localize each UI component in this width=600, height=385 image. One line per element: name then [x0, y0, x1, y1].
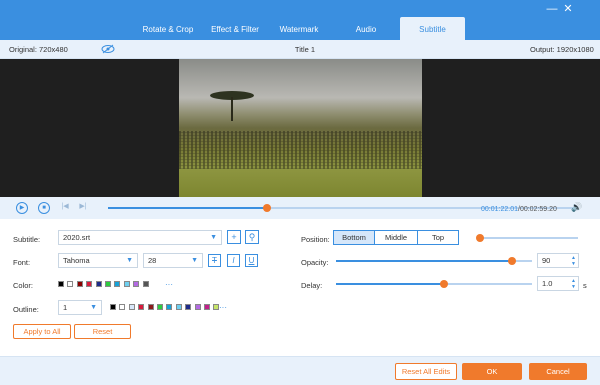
tab-effect-filter[interactable]: Effect & Filter — [204, 17, 266, 40]
color-label: Color: — [13, 281, 34, 290]
video-frame — [179, 59, 422, 197]
eye-off-icon[interactable] — [101, 44, 115, 54]
outline-swatch[interactable] — [128, 304, 135, 310]
outline-swatch[interactable] — [119, 304, 126, 310]
delay-unit: s — [583, 281, 587, 290]
video-preview — [0, 59, 600, 197]
color-swatch[interactable] — [133, 281, 140, 287]
subtitle-file-select[interactable]: 2020.srt ▼ — [58, 230, 222, 245]
italic-button[interactable]: I — [227, 254, 240, 267]
current-time: 00:01:22.01 — [481, 206, 518, 213]
position-middle-button[interactable]: Middle — [374, 231, 418, 244]
color-swatch[interactable] — [95, 281, 102, 287]
tab-subtitle[interactable]: Subtitle — [400, 17, 465, 40]
output-resolution: Output: 1920x1080 — [530, 45, 594, 54]
font-family-value: Tahoma — [63, 256, 90, 265]
previous-frame-icon[interactable]: |◀ — [59, 202, 71, 214]
seek-handle[interactable] — [263, 204, 272, 212]
plus-icon[interactable]: + — [227, 230, 241, 244]
close-icon[interactable]: ✕ — [562, 3, 574, 15]
outline-swatch[interactable] — [185, 304, 192, 310]
color-swatch[interactable] — [105, 281, 111, 287]
position-toggle: Bottom Middle Top — [333, 230, 459, 245]
tab-rotate-crop[interactable]: Rotate & Crop — [132, 17, 204, 40]
volume-icon[interactable]: 🔊 — [571, 202, 582, 214]
delay-slider[interactable] — [336, 280, 532, 288]
tab-watermark[interactable]: Watermark — [266, 17, 332, 40]
video-title: Title 1 — [294, 45, 316, 54]
seek-progress — [108, 207, 268, 209]
outline-swatch[interactable] — [166, 304, 173, 310]
cancel-button[interactable]: Cancel — [529, 363, 587, 380]
opacity-input[interactable]: 90 ▲ ▼ — [537, 253, 579, 268]
title-bar: Rotate & Crop Effect & Filter Watermark … — [0, 0, 600, 40]
outline-swatch[interactable] — [157, 304, 163, 310]
more-colors-button[interactable]: ··· — [165, 281, 173, 289]
delay-input[interactable]: 1.0 ▲ ▼ — [537, 276, 579, 291]
outline-swatch[interactable] — [194, 304, 201, 310]
color-swatch[interactable] — [114, 281, 121, 287]
search-icon[interactable]: ⚲ — [245, 230, 259, 244]
position-bottom-button[interactable]: Bottom — [334, 231, 374, 244]
font-size-value: 28 — [148, 256, 157, 265]
color-swatch[interactable] — [123, 281, 130, 287]
position-slider-handle[interactable] — [476, 234, 484, 242]
outline-width-select[interactable]: 1 ▼ — [58, 300, 102, 315]
position-top-button[interactable]: Top — [418, 231, 458, 244]
color-swatch[interactable] — [67, 281, 74, 287]
chevron-down-icon[interactable]: ▼ — [571, 261, 576, 267]
apply-to-all-button[interactable]: Apply to All — [13, 324, 71, 339]
outline-swatch[interactable] — [138, 304, 145, 310]
reset-all-edits-button[interactable]: Reset All Edits — [395, 363, 457, 380]
next-frame-icon[interactable]: ▶| — [77, 202, 89, 214]
more-outline-colors-button[interactable]: ··· — [219, 304, 227, 312]
chevron-down-icon: ▼ — [90, 304, 97, 311]
subtitle-file-value: 2020.srt — [63, 233, 91, 242]
herd-scene — [179, 130, 422, 170]
opacity-value: 90 — [542, 256, 551, 265]
footer-bar: Reset All Edits OK Cancel — [0, 356, 600, 385]
outline-width-value: 1 — [63, 303, 68, 312]
chevron-down-icon[interactable]: ▼ — [571, 284, 576, 290]
outline-swatch[interactable] — [110, 304, 116, 310]
subtitle-label: Subtitle: — [13, 235, 41, 244]
font-label: Font: — [13, 258, 31, 267]
outline-swatch[interactable] — [204, 304, 210, 310]
ok-button[interactable]: OK — [462, 363, 522, 380]
play-icon[interactable]: ▶ — [16, 202, 28, 214]
original-resolution: Original: 720x480 — [9, 45, 68, 54]
color-swatch[interactable] — [58, 281, 64, 287]
stop-icon[interactable]: ■ — [38, 202, 50, 214]
font-size-select[interactable]: 28 ▼ — [143, 253, 203, 268]
font-family-select[interactable]: Tahoma ▼ — [58, 253, 138, 268]
time-display: 00:01:22.01/00:02:59.20 — [481, 206, 557, 213]
delay-value: 1.0 — [542, 279, 553, 288]
outline-label: Outline: — [13, 305, 39, 314]
info-bar: Original: 720x480 Title 1 Output: 1920x1… — [0, 40, 600, 59]
opacity-label: Opacity: — [301, 258, 329, 267]
color-swatch[interactable] — [76, 281, 83, 287]
color-swatch[interactable] — [142, 281, 149, 287]
outline-swatch[interactable] — [147, 304, 154, 310]
chevron-down-icon: ▼ — [191, 257, 198, 264]
opacity-slider-handle[interactable] — [508, 257, 517, 265]
position-slider[interactable] — [476, 234, 578, 242]
underline-button[interactable]: U — [245, 254, 258, 267]
tab-audio[interactable]: Audio — [332, 17, 400, 40]
position-label: Position: — [301, 235, 330, 244]
chevron-down-icon: ▼ — [126, 257, 133, 264]
reset-button[interactable]: Reset — [74, 324, 131, 339]
total-time: 00:02:59.20 — [519, 206, 557, 213]
color-swatch[interactable] — [86, 281, 93, 287]
strikethrough-button[interactable]: T — [208, 254, 221, 267]
minimize-icon[interactable]: — — [546, 3, 558, 15]
delay-slider-handle[interactable] — [439, 280, 448, 288]
delay-label: Delay: — [301, 281, 323, 290]
chevron-down-icon: ▼ — [210, 234, 217, 241]
opacity-slider[interactable] — [336, 257, 532, 265]
outline-swatch[interactable] — [175, 304, 182, 310]
